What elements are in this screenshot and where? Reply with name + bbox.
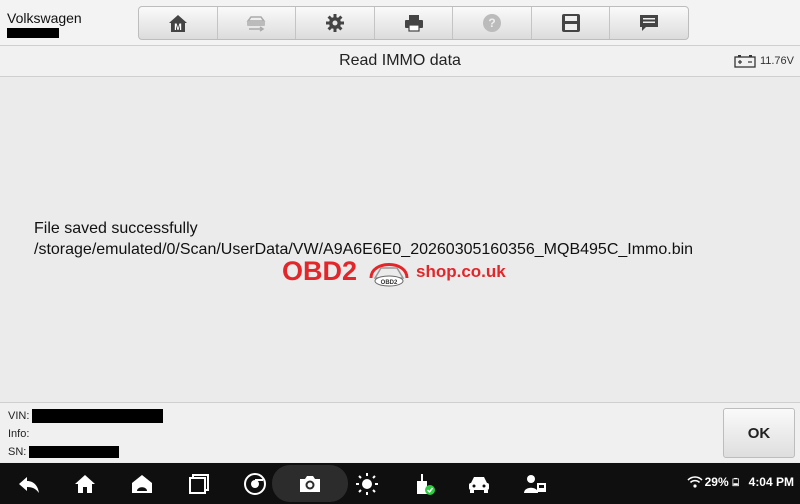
brightness-icon — [356, 473, 378, 495]
remote-support-icon — [524, 475, 546, 493]
chrome-icon — [244, 473, 266, 495]
watermark-brand: OBD2 — [282, 256, 358, 286]
vci-connected-icon — [417, 474, 435, 495]
ok-button[interactable]: OK — [723, 408, 795, 458]
voltage-indicator: 11.76V — [734, 54, 794, 68]
info-footer: VIN: Info: SN: OK — [0, 402, 800, 462]
svg-text:M: M — [174, 22, 182, 32]
vehicle-swap-button[interactable] — [218, 7, 297, 39]
remote-support-button[interactable] — [522, 471, 548, 497]
camera-icon — [300, 476, 320, 492]
vehicle-name: Volkswagen — [7, 10, 82, 26]
page-title: Read IMMO data — [339, 52, 461, 69]
brightness-button[interactable] — [354, 471, 380, 497]
svg-text:?: ? — [488, 16, 495, 30]
redacted-sn — [29, 446, 119, 458]
vci-button[interactable] — [411, 471, 437, 497]
app-window: Volkswagen M ? Read IMMO data 11.76V Fil… — [0, 0, 800, 504]
home-nav-button[interactable] — [72, 471, 98, 497]
watermark-logo: OBD2 OBD2 shop.co.uk — [282, 248, 522, 292]
house-icon — [75, 475, 95, 493]
help-button[interactable]: ? — [453, 7, 532, 39]
voltage-value: 11.76V — [759, 55, 794, 67]
clock: 4:04 PM — [748, 475, 794, 489]
print-button[interactable] — [375, 7, 454, 39]
wifi-icon — [687, 476, 703, 488]
car-badge-text: OBD2 — [381, 280, 398, 286]
watermark-suffix: shop.co.uk — [416, 262, 506, 281]
info-label: Info: — [8, 428, 30, 440]
vin-label: VIN: — [8, 410, 30, 422]
top-toolbar: Volkswagen M ? — [0, 0, 800, 46]
recents-button[interactable] — [186, 471, 212, 497]
car-swap-icon — [246, 16, 266, 32]
message-area: File saved successfully /storage/emulate… — [0, 78, 800, 402]
sn-label: SN: — [8, 446, 27, 458]
android-home-button[interactable] — [129, 471, 155, 497]
car-logo-icon: OBD2 — [369, 263, 409, 287]
printer-icon — [404, 15, 423, 32]
battery-voltage-icon — [734, 55, 756, 68]
status-area: 29% 4:04 PM — [687, 475, 794, 489]
toolbar-button-group: M ? — [138, 6, 689, 40]
feedback-button[interactable] — [610, 7, 688, 39]
android-icon — [132, 475, 152, 493]
browser-button[interactable] — [242, 471, 268, 497]
gear-icon — [325, 14, 344, 32]
m-home-icon: M — [168, 15, 187, 32]
help-icon: ? — [483, 14, 502, 32]
settings-button[interactable] — [296, 7, 375, 39]
back-arrow-icon — [19, 477, 39, 493]
redacted-vin — [32, 409, 163, 423]
back-button[interactable] — [16, 471, 42, 497]
vehicle-button[interactable] — [466, 471, 492, 497]
home-button[interactable]: M — [139, 7, 218, 39]
redacted-block — [7, 28, 59, 38]
status-message: File saved successfully — [34, 220, 198, 237]
screenshot-button[interactable] — [297, 471, 323, 497]
battery-percent: 29% — [704, 475, 729, 489]
title-bar: Read IMMO data 11.76V — [0, 46, 800, 77]
car-icon — [469, 477, 489, 493]
battery-charging-icon — [732, 477, 739, 487]
save-button[interactable] — [532, 7, 611, 39]
floppy-icon — [561, 14, 580, 32]
recents-icon — [189, 474, 209, 494]
system-nav-bar: 29% 4:04 PM — [0, 463, 800, 504]
message-icon — [640, 15, 659, 31]
